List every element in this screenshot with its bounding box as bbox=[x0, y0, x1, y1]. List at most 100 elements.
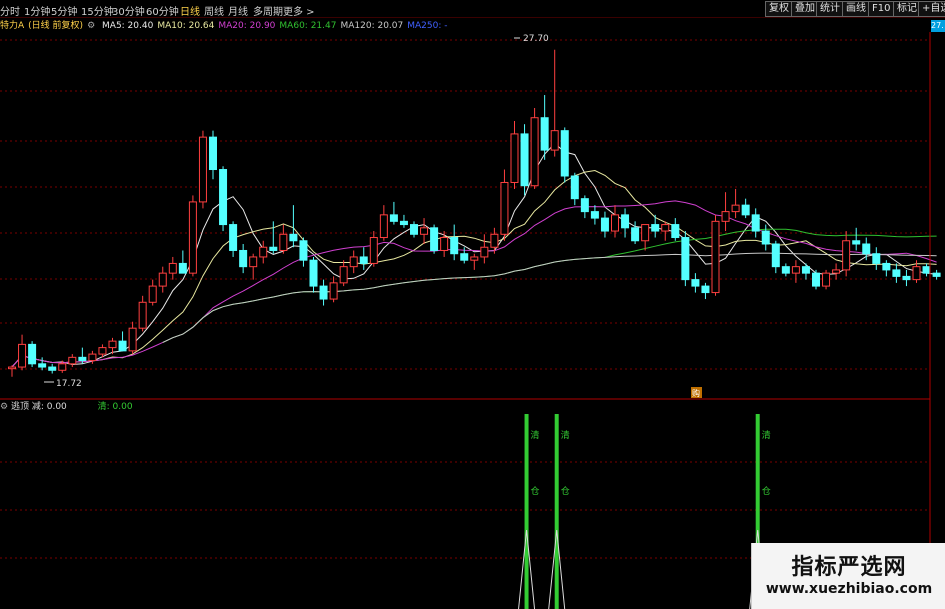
indicator-legend: ⚙ 逃顶 减: 0.00 清: 0.00 bbox=[0, 401, 133, 413]
candle-body bbox=[168, 262, 177, 274]
candle bbox=[269, 221, 278, 254]
candle-body bbox=[279, 233, 288, 251]
candle bbox=[128, 321, 137, 355]
period-tab-5[interactable]: 60分钟 bbox=[146, 3, 179, 18]
candle bbox=[882, 260, 891, 277]
toolbar-button-0[interactable]: 复权 bbox=[765, 1, 793, 17]
candle-body bbox=[721, 211, 730, 222]
candle bbox=[369, 231, 378, 267]
candle-body bbox=[420, 227, 429, 235]
candle-body bbox=[410, 224, 418, 235]
candle bbox=[530, 108, 539, 189]
candle bbox=[681, 231, 690, 287]
candle-body bbox=[651, 224, 660, 232]
period-tab-9[interactable]: 多周期 bbox=[253, 3, 283, 18]
candle bbox=[661, 221, 670, 241]
stock-name[interactable]: 特力A bbox=[0, 21, 24, 31]
ma-line-20 bbox=[11, 200, 937, 368]
candle-body bbox=[902, 275, 911, 281]
candle bbox=[68, 354, 77, 368]
ma-values: MA5: 20.40 MA10: 20.64 MA20: 20.90 MA60: 21… bbox=[102, 21, 451, 31]
candle-body bbox=[148, 285, 157, 303]
candle-body bbox=[852, 240, 861, 245]
period-tab-0[interactable]: 分时 bbox=[0, 3, 20, 18]
candle bbox=[28, 341, 37, 368]
candle-body bbox=[781, 266, 790, 274]
high-price-label: 27.70 bbox=[523, 34, 549, 44]
candle bbox=[872, 247, 881, 270]
candle bbox=[8, 365, 16, 377]
period-tab-3[interactable]: 15分钟 bbox=[81, 3, 114, 18]
candle-body bbox=[138, 301, 147, 329]
candle-body bbox=[329, 282, 338, 300]
candle bbox=[560, 127, 569, 183]
candle bbox=[289, 205, 298, 248]
candle-body bbox=[600, 217, 609, 232]
period-tab-1[interactable]: 1分钟 bbox=[24, 3, 50, 18]
candle bbox=[239, 244, 248, 274]
candle bbox=[791, 260, 800, 283]
candle bbox=[299, 237, 308, 267]
toolbar-button-2[interactable]: 统计 bbox=[816, 1, 844, 17]
candle-body bbox=[269, 246, 278, 251]
indicator-name[interactable]: 逃顶 bbox=[11, 402, 29, 412]
candle bbox=[18, 334, 27, 371]
toolbar-button-4[interactable]: F10 bbox=[868, 1, 895, 17]
candle bbox=[801, 263, 810, 280]
candle bbox=[600, 211, 609, 238]
period-tab-8[interactable]: 月线 bbox=[228, 3, 248, 18]
candle bbox=[741, 198, 750, 219]
candle-body bbox=[8, 366, 16, 370]
candle-body bbox=[379, 214, 388, 239]
candle bbox=[570, 172, 579, 206]
ma-legend-4: MA120: 20.07 bbox=[340, 21, 404, 31]
candle-body bbox=[932, 272, 941, 277]
candle bbox=[309, 256, 318, 293]
candle-body bbox=[128, 327, 137, 352]
candle bbox=[420, 218, 429, 244]
candle bbox=[329, 276, 338, 303]
candle bbox=[932, 269, 941, 280]
candle-body bbox=[520, 133, 529, 187]
candle-body bbox=[882, 262, 891, 271]
ma-legend-3: MA60: 21.47 bbox=[279, 21, 337, 31]
candle-body bbox=[309, 259, 318, 287]
candle bbox=[480, 234, 489, 264]
current-price-badge: 27. bbox=[931, 20, 945, 32]
candle bbox=[842, 231, 851, 277]
candle bbox=[922, 263, 931, 277]
toolbar-button-1[interactable]: 叠加 bbox=[791, 1, 819, 17]
candle-body bbox=[611, 214, 619, 232]
toolbar-button-3[interactable]: 画线 bbox=[842, 1, 870, 17]
candle-body bbox=[580, 198, 589, 213]
candle bbox=[118, 331, 127, 352]
period-tab-4[interactable]: 30分钟 bbox=[112, 3, 145, 18]
indicator-clear-value: 清: 0.00 bbox=[97, 402, 133, 412]
ma-line-120 bbox=[162, 252, 937, 343]
candle bbox=[832, 263, 841, 280]
candle-body bbox=[289, 233, 298, 242]
candle bbox=[641, 224, 650, 251]
candle-body bbox=[631, 227, 640, 242]
signal-label-top: 清 bbox=[561, 429, 570, 441]
candle bbox=[812, 269, 820, 290]
signal-label-bottom: 仓 bbox=[762, 485, 771, 497]
buy-marker-label: 购 bbox=[692, 388, 700, 398]
candle-body bbox=[108, 340, 117, 349]
candle-body bbox=[832, 269, 841, 274]
candle bbox=[751, 208, 760, 238]
candle bbox=[721, 192, 730, 232]
candle bbox=[731, 188, 740, 219]
period-tab-7[interactable]: 周线 bbox=[204, 3, 224, 18]
chart-canvas[interactable]: 27.70 17.72 购 清仓清仓清仓 bbox=[0, 0, 945, 609]
candle bbox=[520, 124, 529, 196]
toolbar-button-6[interactable]: +自选 bbox=[918, 1, 945, 17]
toolbar-button-5[interactable]: 标记 bbox=[893, 1, 921, 17]
period-tab-2[interactable]: 5分钟 bbox=[51, 3, 77, 18]
candle-body bbox=[530, 117, 539, 187]
settings-gear-icon[interactable]: ⚙ bbox=[87, 21, 95, 31]
period-tab-6[interactable]: 日线 bbox=[180, 3, 200, 18]
period-tab-10[interactable]: 更多 > bbox=[283, 3, 315, 18]
candle-body bbox=[178, 262, 187, 274]
indicator-gear-icon[interactable]: ⚙ bbox=[0, 402, 8, 412]
